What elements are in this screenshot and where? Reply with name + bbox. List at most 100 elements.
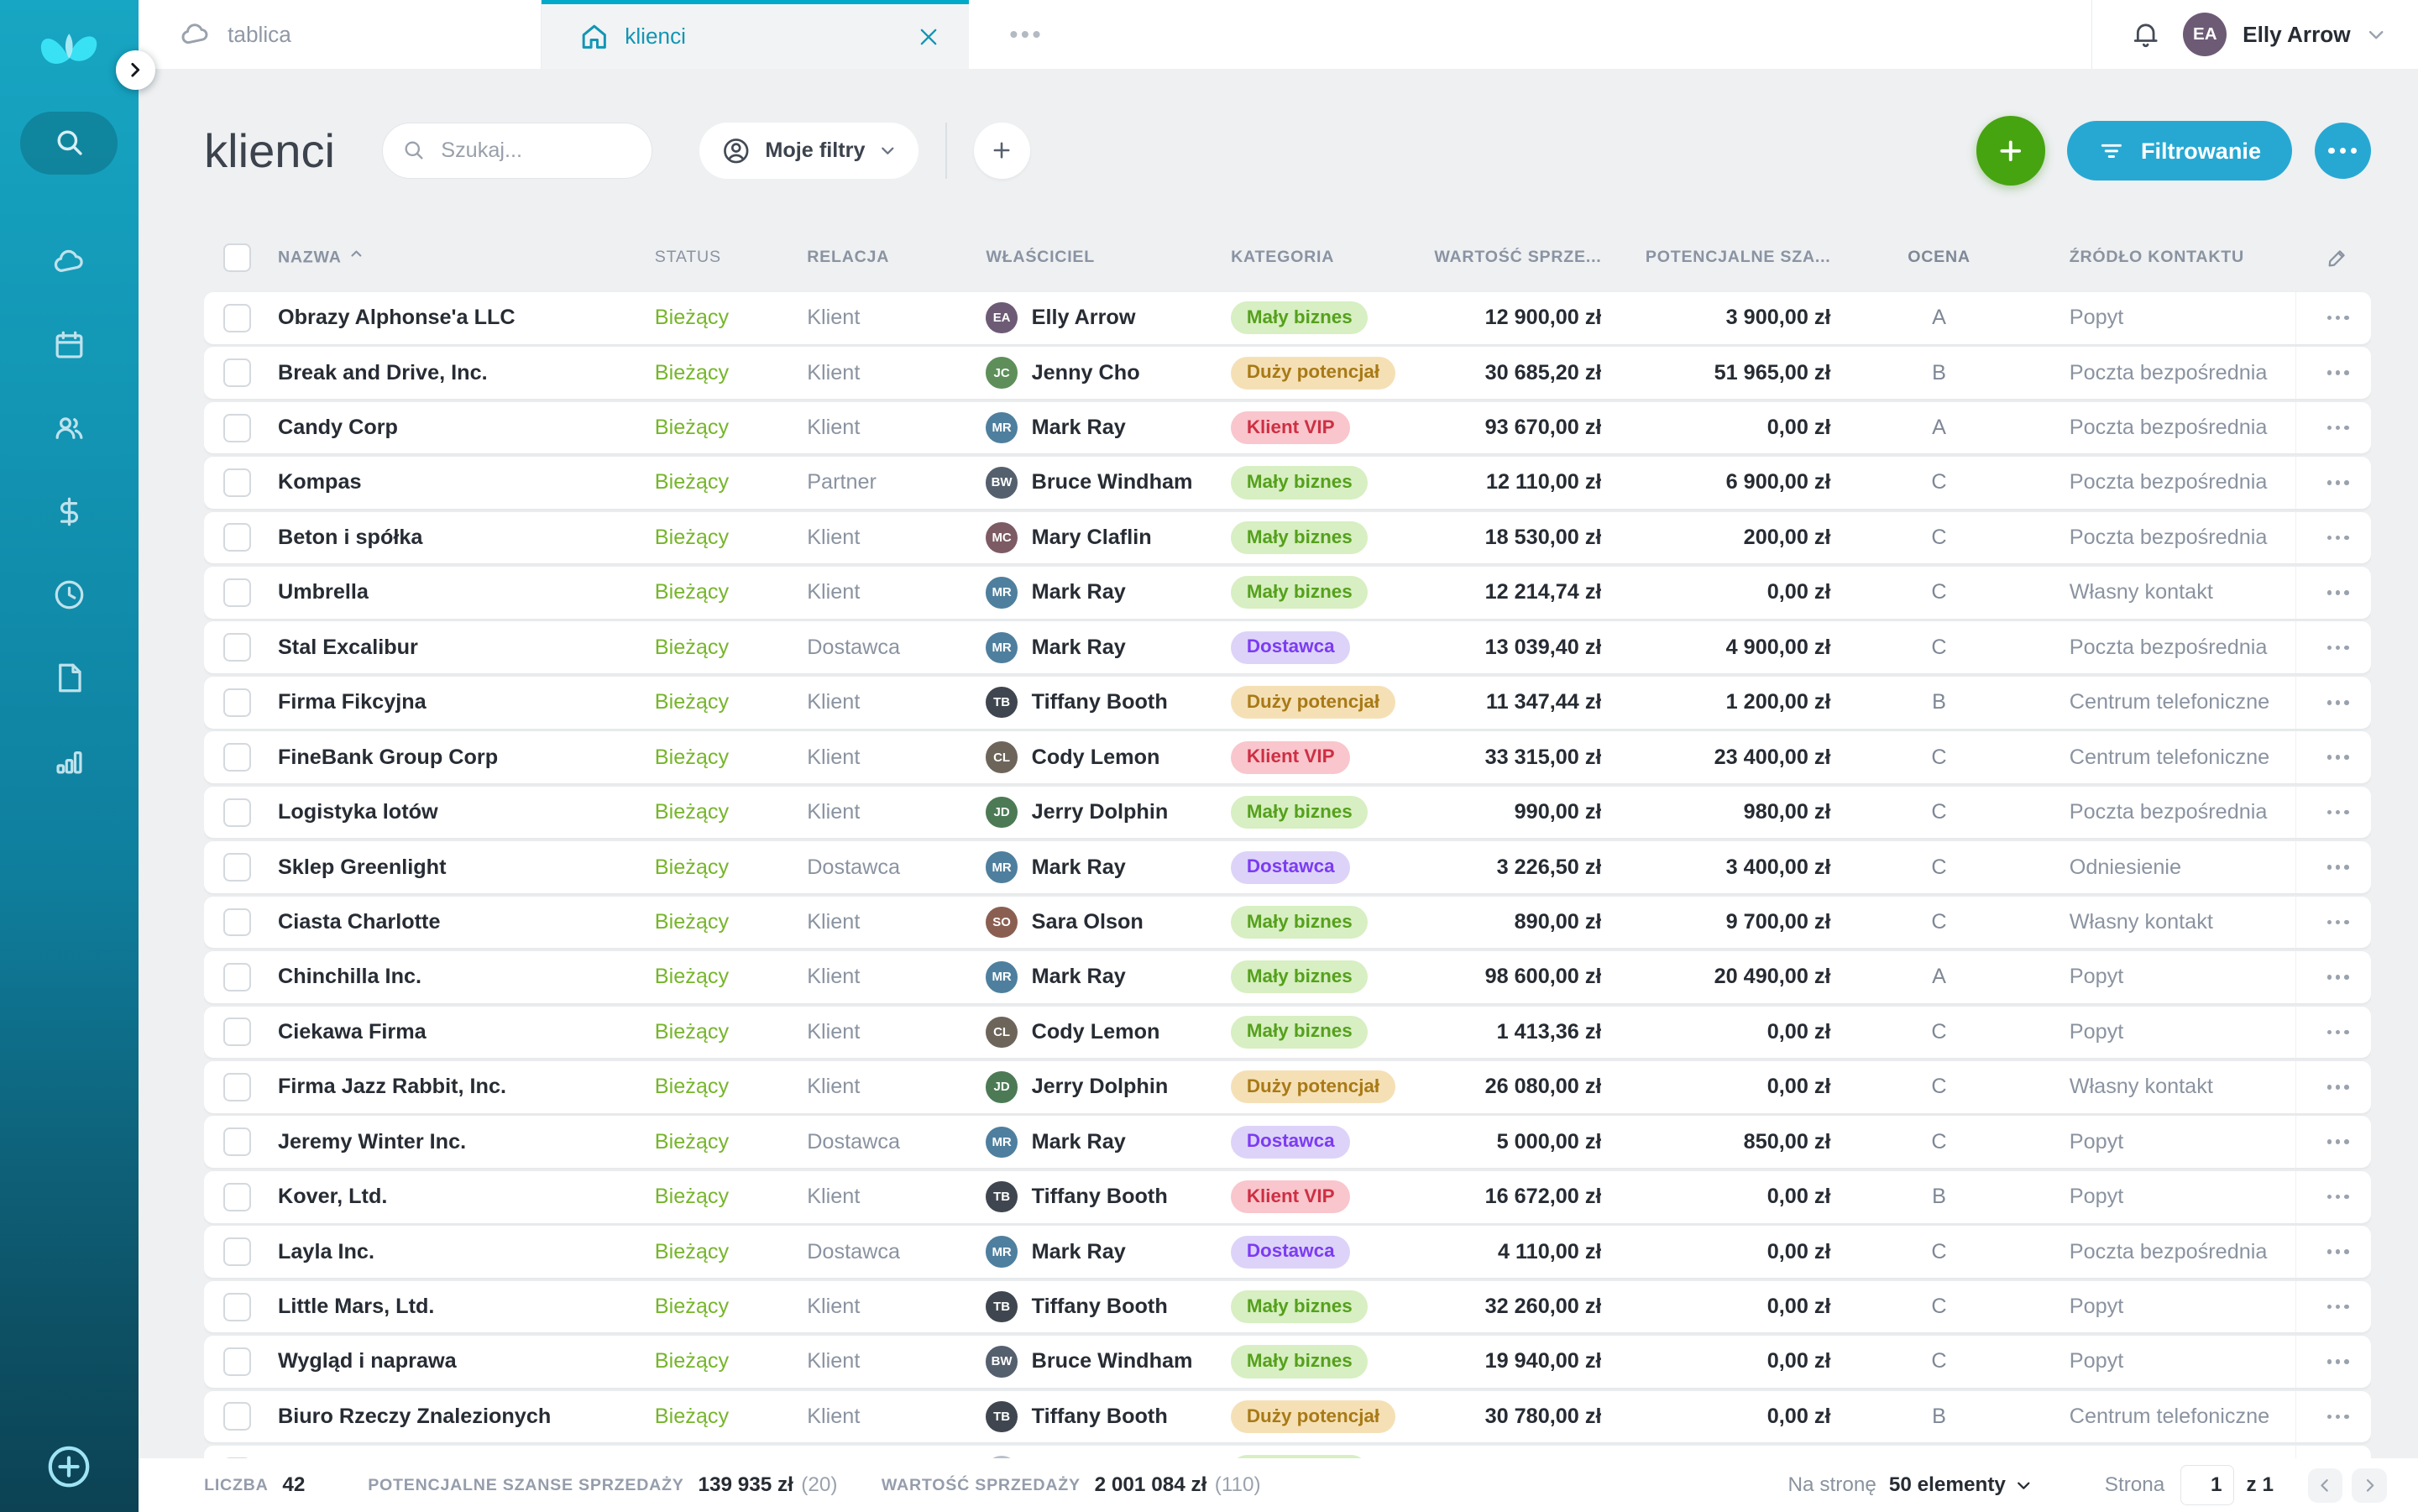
column-header-zrodlo[interactable]: ŹRÓDŁO KONTAKTU [2048, 248, 2295, 267]
client-name[interactable]: Ciasta Charlotte [267, 910, 653, 934]
client-name[interactable]: Logistyka lotów [267, 800, 653, 824]
row-menu-button[interactable] [2327, 1139, 2349, 1144]
table-row[interactable]: Sklep Greenlight Bieżący Dostawca MR Mar… [204, 841, 2371, 893]
client-name[interactable]: Wygląd i naprawa [267, 1349, 653, 1373]
client-name[interactable]: Biuro Rzeczy Znalezionych [267, 1405, 653, 1429]
table-row[interactable]: Kompas Bieżący Partner BW Bruce Windham … [204, 457, 2371, 509]
row-checkbox[interactable] [223, 633, 252, 662]
row-menu-button[interactable] [2327, 1305, 2349, 1310]
row-checkbox[interactable] [223, 1347, 252, 1376]
row-menu-button[interactable] [2327, 590, 2349, 595]
notifications-bell-icon[interactable] [2130, 18, 2161, 50]
cloud-icon[interactable] [50, 243, 88, 281]
client-name[interactable]: Obrazy Alphonse'a LLC [267, 306, 653, 330]
column-header-ocena[interactable]: OCENA [1831, 248, 2048, 267]
table-row[interactable]: Logistyka lotów Bieżący Klient JD Jerry … [204, 787, 2371, 839]
table-row[interactable]: Kover, Ltd. Bieżący Klient TB Tiffany Bo… [204, 1171, 2371, 1223]
client-name[interactable]: Firma Fikcyjna [267, 690, 653, 714]
column-header-wartosc[interactable]: WARTOŚĆ SPRZE... [1426, 248, 1601, 267]
tab-tablica[interactable]: tablica [139, 0, 542, 69]
row-checkbox[interactable] [223, 908, 252, 937]
row-menu-button[interactable] [2327, 1085, 2349, 1090]
documents-icon[interactable] [50, 659, 88, 697]
row-checkbox[interactable] [223, 853, 252, 882]
tab-klienci[interactable]: klienci [542, 0, 969, 69]
row-menu-button[interactable] [2327, 1249, 2349, 1254]
row-menu-button[interactable] [2327, 865, 2349, 870]
row-checkbox[interactable] [223, 1018, 252, 1046]
sidebar-search-button[interactable] [20, 112, 118, 175]
table-row[interactable]: Firma Fikcyjna Bieżący Klient TB Tiffany… [204, 677, 2371, 729]
column-header-nazwa[interactable]: NAZWA [267, 247, 653, 268]
table-row[interactable]: Chinchilla Inc. Bieżący Klient MR Mark R… [204, 951, 2371, 1003]
sales-icon[interactable] [50, 493, 88, 531]
row-menu-button[interactable] [2327, 920, 2349, 925]
next-page-button[interactable] [2352, 1468, 2386, 1503]
row-menu-button[interactable] [2327, 1415, 2349, 1420]
search-field[interactable] [382, 123, 652, 179]
client-name[interactable]: Jeremy Winter Inc. [267, 1130, 653, 1154]
row-menu-button[interactable] [2327, 316, 2349, 321]
client-name[interactable]: Candy Corp [267, 416, 653, 440]
client-name[interactable]: Little Mars, Ltd. [267, 1295, 653, 1319]
sidebar-expand-button[interactable] [116, 50, 155, 90]
row-checkbox[interactable] [223, 1183, 252, 1211]
table-row[interactable]: Stal Excalibur Bieżący Dostawca MR Mark … [204, 621, 2371, 673]
page-number-input[interactable] [2180, 1465, 2234, 1506]
app-logo[interactable] [0, 0, 139, 96]
column-header-relacja[interactable]: RELACJA [807, 248, 982, 267]
edit-columns-icon[interactable] [2326, 246, 2349, 269]
user-menu[interactable]: EA Elly Arrow [2183, 13, 2387, 56]
client-name[interactable]: Kover, Ltd. [267, 1185, 653, 1209]
table-row[interactable]: Firma Jazz Rabbit, Inc. Bieżący Klient J… [204, 1061, 2371, 1113]
select-all-checkbox[interactable] [223, 243, 252, 272]
client-name[interactable]: Firma Jazz Rabbit, Inc. [267, 1075, 653, 1099]
row-menu-button[interactable] [2327, 755, 2349, 760]
row-menu-button[interactable] [2327, 1359, 2349, 1364]
row-menu-button[interactable] [2327, 1030, 2349, 1035]
more-tabs-button[interactable]: ••• [1009, 0, 1044, 69]
row-checkbox[interactable] [223, 688, 252, 717]
table-row[interactable]: Biuro Rzeczy Znalezionych Bieżący Klient… [204, 1391, 2371, 1443]
prev-page-button[interactable] [2308, 1468, 2342, 1503]
row-checkbox[interactable] [223, 414, 252, 442]
client-name[interactable]: Layla Inc. [267, 1240, 653, 1264]
add-view-button[interactable] [974, 123, 1030, 179]
row-menu-button[interactable] [2327, 646, 2349, 651]
column-header-potencjalne[interactable]: POTENCJALNE SZA... [1601, 248, 1830, 267]
table-row[interactable]: Wygląd i naprawa Bieżący Klient BW Bruce… [204, 1336, 2371, 1388]
row-checkbox[interactable] [223, 1237, 252, 1266]
table-row[interactable]: Obrazy Alphonse'a LLC Bieżący Klient EA … [204, 292, 2371, 344]
row-checkbox[interactable] [223, 798, 252, 827]
client-name[interactable]: Sklep Greenlight [267, 855, 653, 880]
reports-icon[interactable] [50, 742, 88, 780]
row-checkbox[interactable] [223, 1402, 252, 1431]
row-menu-button[interactable] [2327, 1195, 2349, 1200]
row-menu-button[interactable] [2327, 480, 2349, 485]
search-input[interactable] [438, 137, 633, 165]
row-checkbox[interactable] [223, 523, 252, 552]
client-name[interactable]: Umbrella [267, 580, 653, 604]
table-row[interactable]: Candy Corp Bieżący Klient MR Mark Ray Kl… [204, 402, 2371, 454]
table-row[interactable]: Umbrella Bieżący Klient MR Mark Ray Mały… [204, 567, 2371, 619]
client-name[interactable]: Kompas [267, 470, 653, 494]
row-menu-button[interactable] [2327, 975, 2349, 980]
table-row[interactable]: Jeremy Winter Inc. Bieżący Dostawca MR M… [204, 1116, 2371, 1168]
row-menu-button[interactable] [2327, 370, 2349, 375]
history-icon[interactable] [50, 576, 88, 614]
table-row[interactable]: Ciasta Charlotte Bieżący Klient SO Sara … [204, 897, 2371, 949]
row-checkbox[interactable] [223, 1073, 252, 1101]
client-name[interactable]: Beton i spółka [267, 526, 653, 550]
row-checkbox[interactable] [223, 1127, 252, 1156]
row-menu-button[interactable] [2327, 700, 2349, 705]
client-name[interactable]: Stal Excalibur [267, 636, 653, 660]
row-checkbox[interactable] [223, 1293, 252, 1321]
row-checkbox[interactable] [223, 963, 252, 991]
table-row[interactable]: Mały biznes [204, 1446, 2371, 1458]
table-row[interactable]: Ciekawa Firma Bieżący Klient CL Cody Lem… [204, 1007, 2371, 1059]
client-name[interactable]: Chinchilla Inc. [267, 965, 653, 989]
calendar-icon[interactable] [50, 327, 88, 364]
row-menu-button[interactable] [2327, 426, 2349, 431]
add-client-button[interactable] [1976, 116, 2045, 185]
row-checkbox[interactable] [223, 304, 252, 332]
